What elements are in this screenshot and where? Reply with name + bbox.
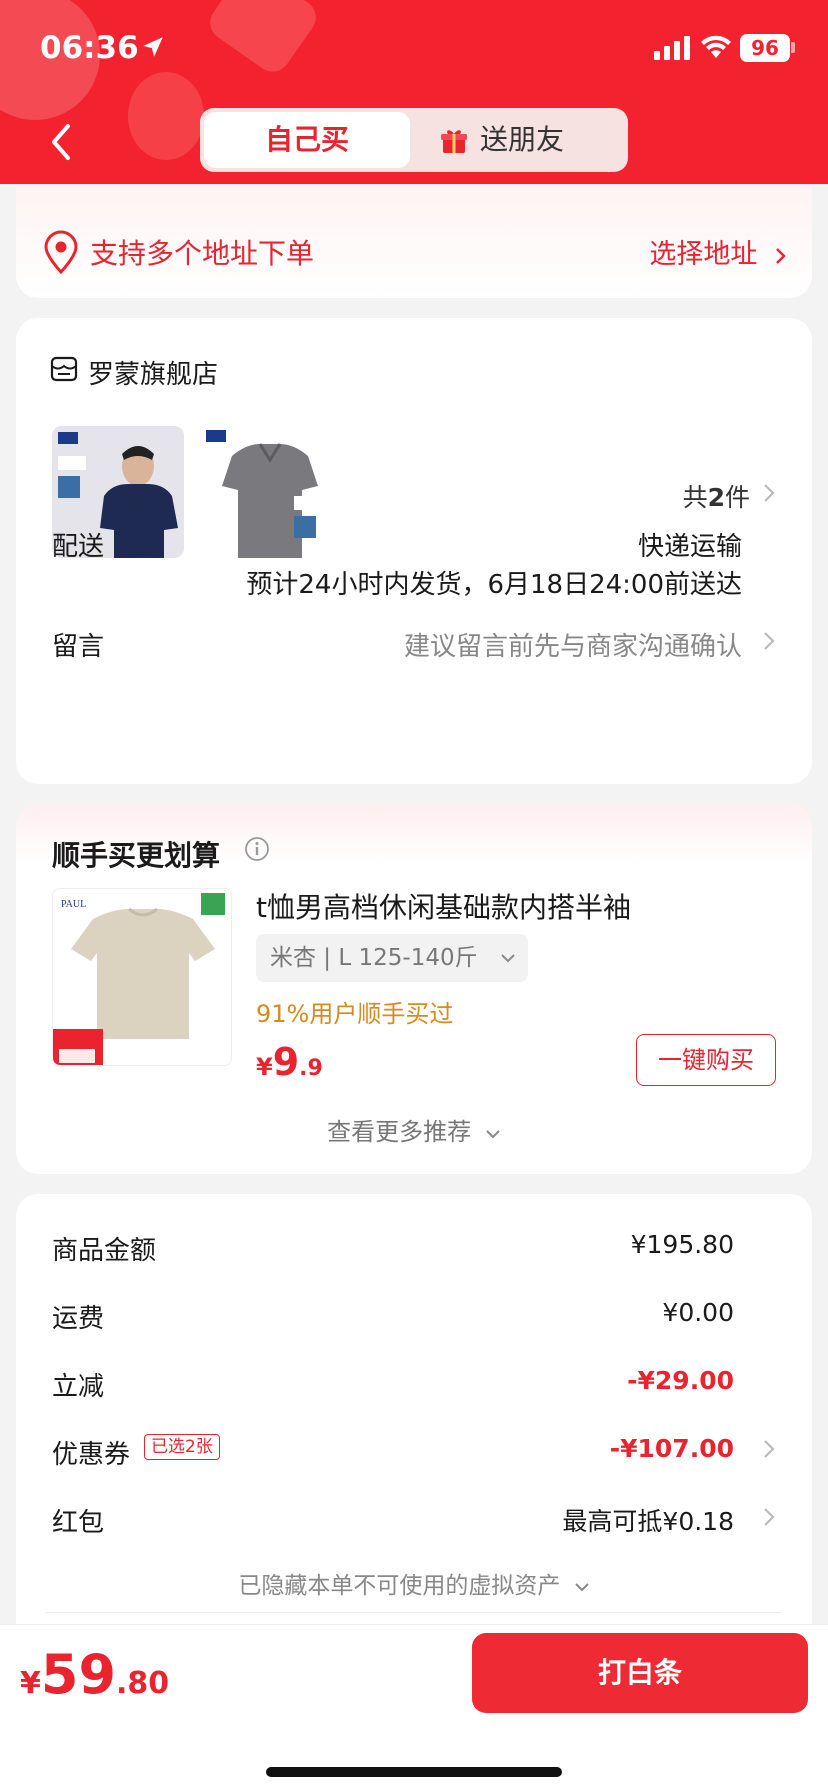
delivery-eta: 预计24小时内发货，6月18日24:00前送达 <box>246 570 742 600</box>
address-card[interactable]: 支持多个地址下单 选择地址 <box>16 184 812 298</box>
total-symbol: ¥ <box>20 1666 41 1701</box>
location-arrow-icon <box>143 37 163 57</box>
choose-address-link[interactable]: 选择地址 <box>649 232 788 271</box>
chevron-right-icon <box>764 1508 775 1526</box>
price-symbol: ¥ <box>256 1053 273 1081</box>
shipping-fee-label: 运费 <box>52 1304 105 1334</box>
shop-card: 罗蒙旗舰店 共2件 配送 快递运输 预计24小时内发货，6月18日24:00前送… <box>16 318 812 784</box>
instant-discount-label: 立减 <box>52 1372 105 1402</box>
back-button[interactable] <box>44 118 80 166</box>
chevron-right-icon <box>776 247 786 264</box>
chevron-right-icon <box>764 632 775 650</box>
product-image-gray-polo[interactable] <box>202 426 334 558</box>
item-count[interactable]: 共2件 <box>683 478 750 514</box>
total-price: ¥59.80 <box>20 1643 169 1706</box>
pay-with-baitiao-button[interactable]: 打白条 <box>472 1633 808 1713</box>
chevron-right-icon <box>764 1440 775 1458</box>
coupon-selected-badge: 已选2张 <box>144 1434 220 1460</box>
info-icon[interactable] <box>244 836 270 862</box>
header: 06:36 96 自己买 送朋友 <box>0 0 828 184</box>
red-packet-label[interactable]: 红包 <box>52 1502 104 1539</box>
spec-selector-label: 米杏 | L 125-140斤 <box>270 945 478 971</box>
recommended-product-image[interactable]: PAUL <box>52 888 232 1066</box>
total-decimal: .80 <box>116 1666 170 1701</box>
hidden-assets-label: 已隐藏本单不可使用的虚拟资产 <box>238 1573 561 1599</box>
location-pin-icon <box>44 230 78 274</box>
tab-send-to-friend[interactable]: 送朋友 <box>426 112 622 168</box>
chevron-right-icon <box>764 484 775 502</box>
recommended-price: ¥9.9 <box>256 1040 323 1084</box>
hidden-assets-toggle[interactable]: 已隐藏本单不可使用的虚拟资产 <box>16 1566 812 1600</box>
gift-icon <box>441 130 467 153</box>
more-recommendations-link[interactable]: 查看更多推荐 <box>16 1112 812 1147</box>
item-count-prefix: 共 <box>682 483 708 512</box>
battery-icon: 96 <box>740 34 790 62</box>
signal-icon <box>654 36 690 60</box>
item-count-number: 2 <box>707 483 725 512</box>
message-label: 留言 <box>52 632 105 662</box>
chevron-down-icon <box>574 1583 589 1592</box>
battery-level: 96 <box>751 36 779 60</box>
bought-together-stat: 91%用户顺手买过 <box>256 1000 454 1028</box>
recommendation-title: 顺手买更划算 <box>52 839 221 872</box>
divider <box>46 1612 782 1613</box>
svg-text:PAUL: PAUL <box>61 899 86 910</box>
battery-tip <box>791 42 795 53</box>
more-recommendations-label: 查看更多推荐 <box>327 1118 472 1146</box>
total-integer: 59 <box>40 1643 117 1706</box>
price-integer: 9 <box>272 1040 300 1084</box>
choose-address-label: 选择地址 <box>649 239 758 270</box>
checkout-bar: ¥59.80 打白条 <box>0 1624 828 1792</box>
coupon-value[interactable]: -¥107.00 <box>610 1434 734 1463</box>
status-bar: 06:36 96 <box>0 0 828 100</box>
wifi-icon <box>701 35 731 58</box>
spec-selector[interactable]: 米杏 | L 125-140斤 <box>256 934 528 982</box>
delivery-label: 配送 <box>52 532 105 562</box>
one-click-buy-button[interactable]: 一键购买 <box>636 1034 776 1086</box>
order-summary-card: 商品金额 ¥195.80 运费 ¥0.00 立减 -¥29.00 优惠券 已选2… <box>16 1194 812 1624</box>
chevron-down-icon <box>486 1130 500 1139</box>
price-decimal: .9 <box>299 1056 323 1081</box>
instant-discount-value: -¥29.00 <box>627 1366 734 1395</box>
goods-amount-label: 商品金额 <box>52 1236 157 1266</box>
tab-send-to-friend-label: 送朋友 <box>480 123 565 156</box>
status-time: 06:36 <box>40 30 139 66</box>
recommendation-card: 顺手买更划算 PAUL t恤男高档休闲基础款内搭半袖 米杏 | L 125-14… <box>16 804 812 1174</box>
chevron-down-icon <box>501 954 515 963</box>
purchase-mode-tabs: 自己买 送朋友 <box>200 108 628 172</box>
gray-polo-image <box>202 426 334 558</box>
home-indicator[interactable] <box>266 1767 562 1777</box>
delivery-method: 快递运输 <box>637 532 742 562</box>
red-packet-value[interactable]: 最高可抵¥0.18 <box>562 1502 734 1538</box>
coupon-label[interactable]: 优惠券 <box>52 1434 130 1471</box>
recommended-product-name[interactable]: t恤男高档休闲基础款内搭半袖 <box>256 886 631 926</box>
beige-tshirt-image: PAUL <box>53 889 231 1065</box>
multi-address-text: 支持多个地址下单 <box>90 237 315 270</box>
shop-icon <box>50 356 78 382</box>
item-count-suffix: 件 <box>724 483 750 512</box>
tab-buy-for-self[interactable]: 自己买 <box>204 112 410 168</box>
shop-name[interactable]: 罗蒙旗舰店 <box>88 354 218 391</box>
message-field[interactable]: 建议留言前先与商家沟通确认 <box>404 626 742 663</box>
goods-amount-value: ¥195.80 <box>630 1230 734 1259</box>
shipping-fee-value: ¥0.00 <box>662 1298 734 1327</box>
